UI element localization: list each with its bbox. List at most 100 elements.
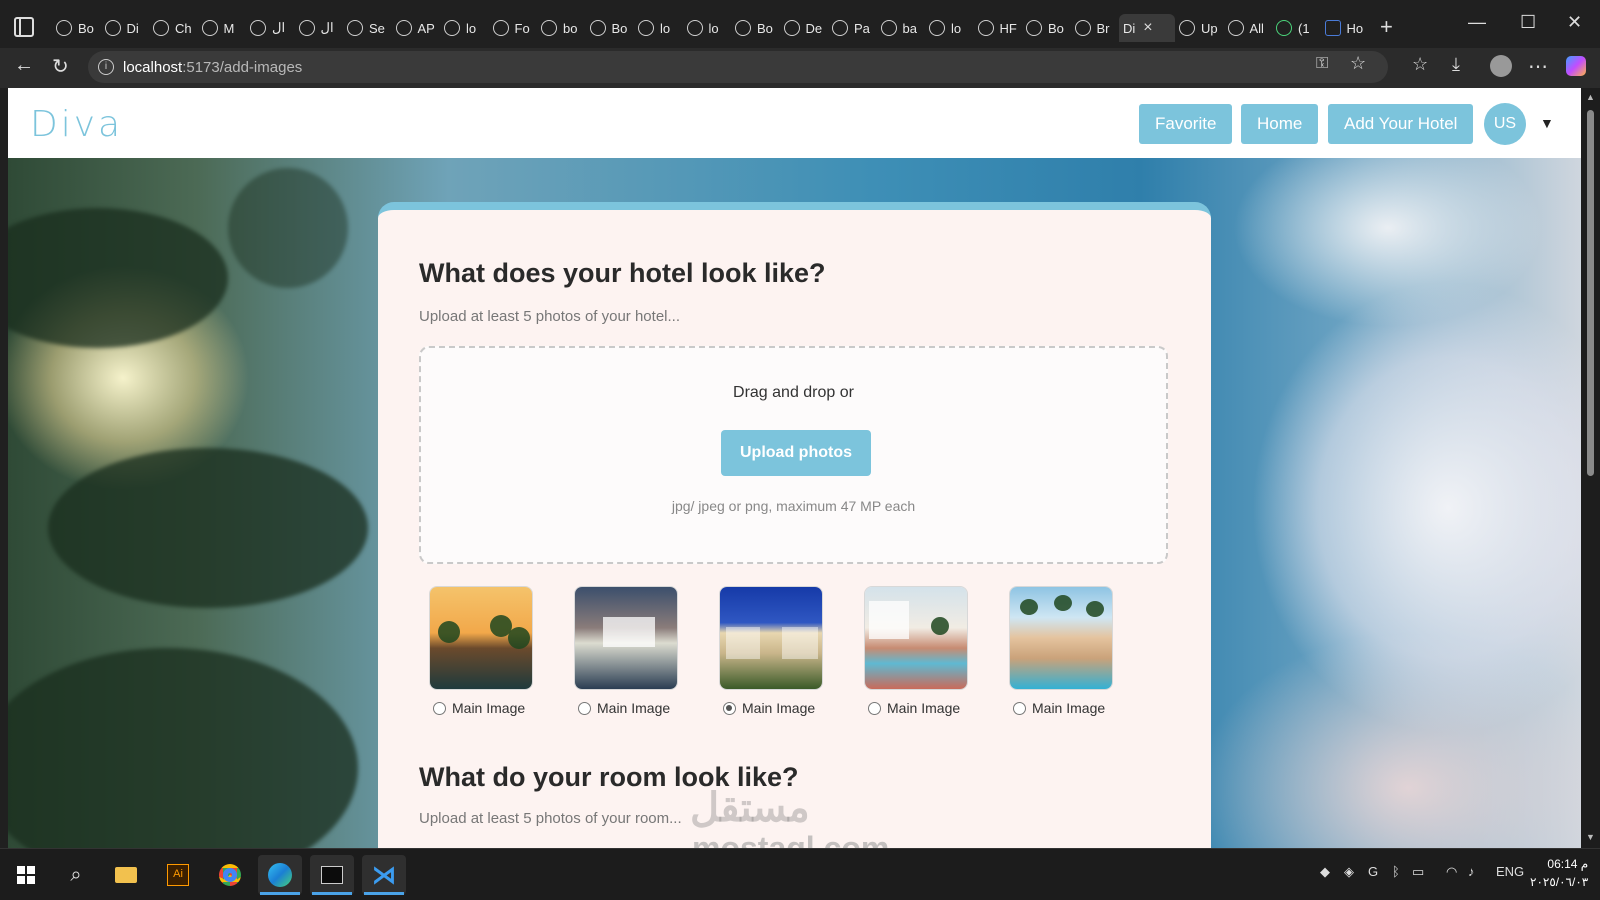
- main-image-radio[interactable]: [1013, 701, 1026, 715]
- globe-icon: [1179, 20, 1195, 36]
- tab-actions-icon[interactable]: [14, 17, 34, 37]
- back-arrow-icon[interactable]: ←: [14, 54, 34, 77]
- upload-images-card: What does your hotel look like? Upload a…: [378, 202, 1211, 848]
- main-image-option[interactable]: Main Image: [578, 700, 688, 716]
- minimize-icon[interactable]: —: [1468, 12, 1486, 33]
- browser-tab[interactable]: Bo: [52, 14, 101, 42]
- page-viewport: Diva Favorite Home Add Your Hotel US ▼ W…: [8, 88, 1581, 848]
- security-icon[interactable]: ◈: [1344, 864, 1354, 880]
- file-explorer-icon[interactable]: [104, 855, 148, 895]
- main-image-option[interactable]: Main Image: [1013, 700, 1123, 716]
- main-image-option[interactable]: Main Image: [868, 700, 978, 716]
- browser-tab[interactable]: lo: [440, 14, 489, 42]
- edge-icon[interactable]: [258, 855, 302, 895]
- wifi-icon[interactable]: ◠: [1446, 864, 1457, 880]
- start-button[interactable]: [4, 855, 48, 895]
- brand-logo[interactable]: Diva: [30, 104, 123, 145]
- browser-tab[interactable]: Fo: [489, 14, 538, 42]
- scroll-up-icon[interactable]: ▲: [1586, 92, 1595, 102]
- clock-time: 06:14 م: [1547, 857, 1589, 871]
- browser-tab[interactable]: bo: [537, 14, 586, 42]
- copilot-icon[interactable]: [1566, 56, 1586, 76]
- more-icon[interactable]: ⋯: [1528, 54, 1548, 79]
- add-hotel-button[interactable]: Add Your Hotel: [1328, 104, 1474, 144]
- main-image-radio[interactable]: [578, 701, 591, 715]
- download-icon[interactable]: ⤓: [1452, 54, 1460, 75]
- key-icon[interactable]: ⚿: [1316, 55, 1328, 73]
- browser-tab[interactable]: Up: [1175, 14, 1224, 42]
- browser-tab[interactable]: HF: [974, 14, 1023, 42]
- background-palm: [48, 448, 368, 608]
- window-close-icon[interactable]: ✕: [1567, 12, 1582, 33]
- terminal-icon[interactable]: [310, 855, 354, 895]
- hotel-photo-dropzone[interactable]: Drag and drop or Upload photos jpg/ jpeg…: [419, 346, 1168, 564]
- illustrator-icon[interactable]: Ai: [156, 855, 200, 895]
- favorite-button[interactable]: Favorite: [1139, 104, 1233, 144]
- main-image-radio[interactable]: [433, 701, 446, 715]
- main-image-radio-selected[interactable]: [723, 701, 736, 715]
- new-tab-icon[interactable]: +: [1380, 14, 1393, 40]
- favorites-icon[interactable]: ☆: [1412, 54, 1428, 75]
- browser-tab[interactable]: lo: [925, 14, 974, 42]
- main-image-radio[interactable]: [868, 701, 881, 715]
- chevron-down-icon[interactable]: ▼: [1540, 115, 1554, 131]
- chrome-icon[interactable]: [208, 855, 252, 895]
- browser-tab[interactable]: (1: [1272, 14, 1321, 42]
- star-icon[interactable]: ☆: [1350, 53, 1366, 74]
- browser-tab[interactable]: Br: [1071, 14, 1120, 42]
- browser-tab[interactable]: M: [198, 14, 247, 42]
- hotel-photo-thumbnail[interactable]: [864, 586, 968, 690]
- main-image-option[interactable]: Main Image: [723, 700, 833, 716]
- hotel-photo-thumbnail[interactable]: [1009, 586, 1113, 690]
- browser-tab[interactable]: ال: [295, 14, 344, 42]
- hotel-photo-thumbnail[interactable]: [719, 586, 823, 690]
- volume-icon[interactable]: ♪: [1468, 864, 1475, 879]
- browser-tab[interactable]: Ch: [149, 14, 198, 42]
- browser-tab[interactable]: Se: [343, 14, 392, 42]
- vscode-icon[interactable]: ⋊: [362, 855, 406, 895]
- browser-tab[interactable]: Bo: [586, 14, 635, 42]
- home-button[interactable]: Home: [1241, 104, 1319, 144]
- browser-tab[interactable]: lo: [683, 14, 732, 42]
- teams-icon[interactable]: ◆: [1320, 864, 1330, 880]
- language-indicator[interactable]: ENG: [1496, 864, 1524, 879]
- browser-tab[interactable]: Bo: [731, 14, 780, 42]
- beach-resort-photo: [1010, 587, 1112, 689]
- hotel-section-title: What does your hotel look like?: [419, 258, 826, 288]
- browser-tab[interactable]: ال: [246, 14, 295, 42]
- browser-tab[interactable]: lo: [634, 14, 683, 42]
- browser-tab[interactable]: Pa: [828, 14, 877, 42]
- main-image-option[interactable]: Main Image: [433, 700, 543, 716]
- scroll-thumb[interactable]: [1587, 110, 1594, 476]
- browser-tab-active[interactable]: Di ×: [1119, 14, 1175, 42]
- system-clock[interactable]: 06:14 م ٢٠٢٥/٠٦/٠٣: [1530, 855, 1588, 891]
- close-icon[interactable]: ×: [1143, 19, 1152, 37]
- hotel-photo-thumbnail[interactable]: [429, 586, 533, 690]
- browser-tab[interactable]: All: [1224, 14, 1273, 42]
- profile-icon[interactable]: [1490, 55, 1512, 77]
- bluetooth-icon[interactable]: ᛒ: [1392, 864, 1400, 879]
- tab-label: HF: [999, 20, 1017, 36]
- battery-icon[interactable]: ▭: [1412, 864, 1424, 880]
- browser-tab[interactable]: Ho: [1321, 14, 1370, 42]
- url-text[interactable]: localhost:5173/add-images: [123, 59, 302, 76]
- browser-tab[interactable]: AP: [392, 14, 441, 42]
- reload-icon[interactable]: ↻: [52, 54, 69, 79]
- app-navbar: Diva Favorite Home Add Your Hotel US ▼: [8, 88, 1581, 158]
- scroll-down-icon[interactable]: ▼: [1586, 832, 1595, 842]
- globe-icon: [1026, 20, 1042, 36]
- address-bar[interactable]: i localhost:5173/add-images ⚿ ☆: [88, 51, 1388, 83]
- site-info-icon[interactable]: i: [98, 59, 114, 75]
- upload-photos-button[interactable]: Upload photos: [721, 430, 871, 476]
- maximize-icon[interactable]: ☐: [1520, 12, 1536, 33]
- browser-tab[interactable]: Di: [101, 14, 150, 42]
- browser-tab[interactable]: De: [780, 14, 829, 42]
- browser-tab[interactable]: ba: [877, 14, 926, 42]
- grammarly-icon[interactable]: G: [1368, 864, 1378, 879]
- user-avatar[interactable]: US: [1484, 103, 1526, 145]
- browser-tab[interactable]: Bo: [1022, 14, 1071, 42]
- hotel-photo-thumbnail[interactable]: [574, 586, 678, 690]
- search-icon[interactable]: ⌕: [54, 855, 98, 895]
- page-scrollbar[interactable]: ▲ ▼: [1581, 88, 1600, 848]
- globe-icon: [1227, 20, 1244, 36]
